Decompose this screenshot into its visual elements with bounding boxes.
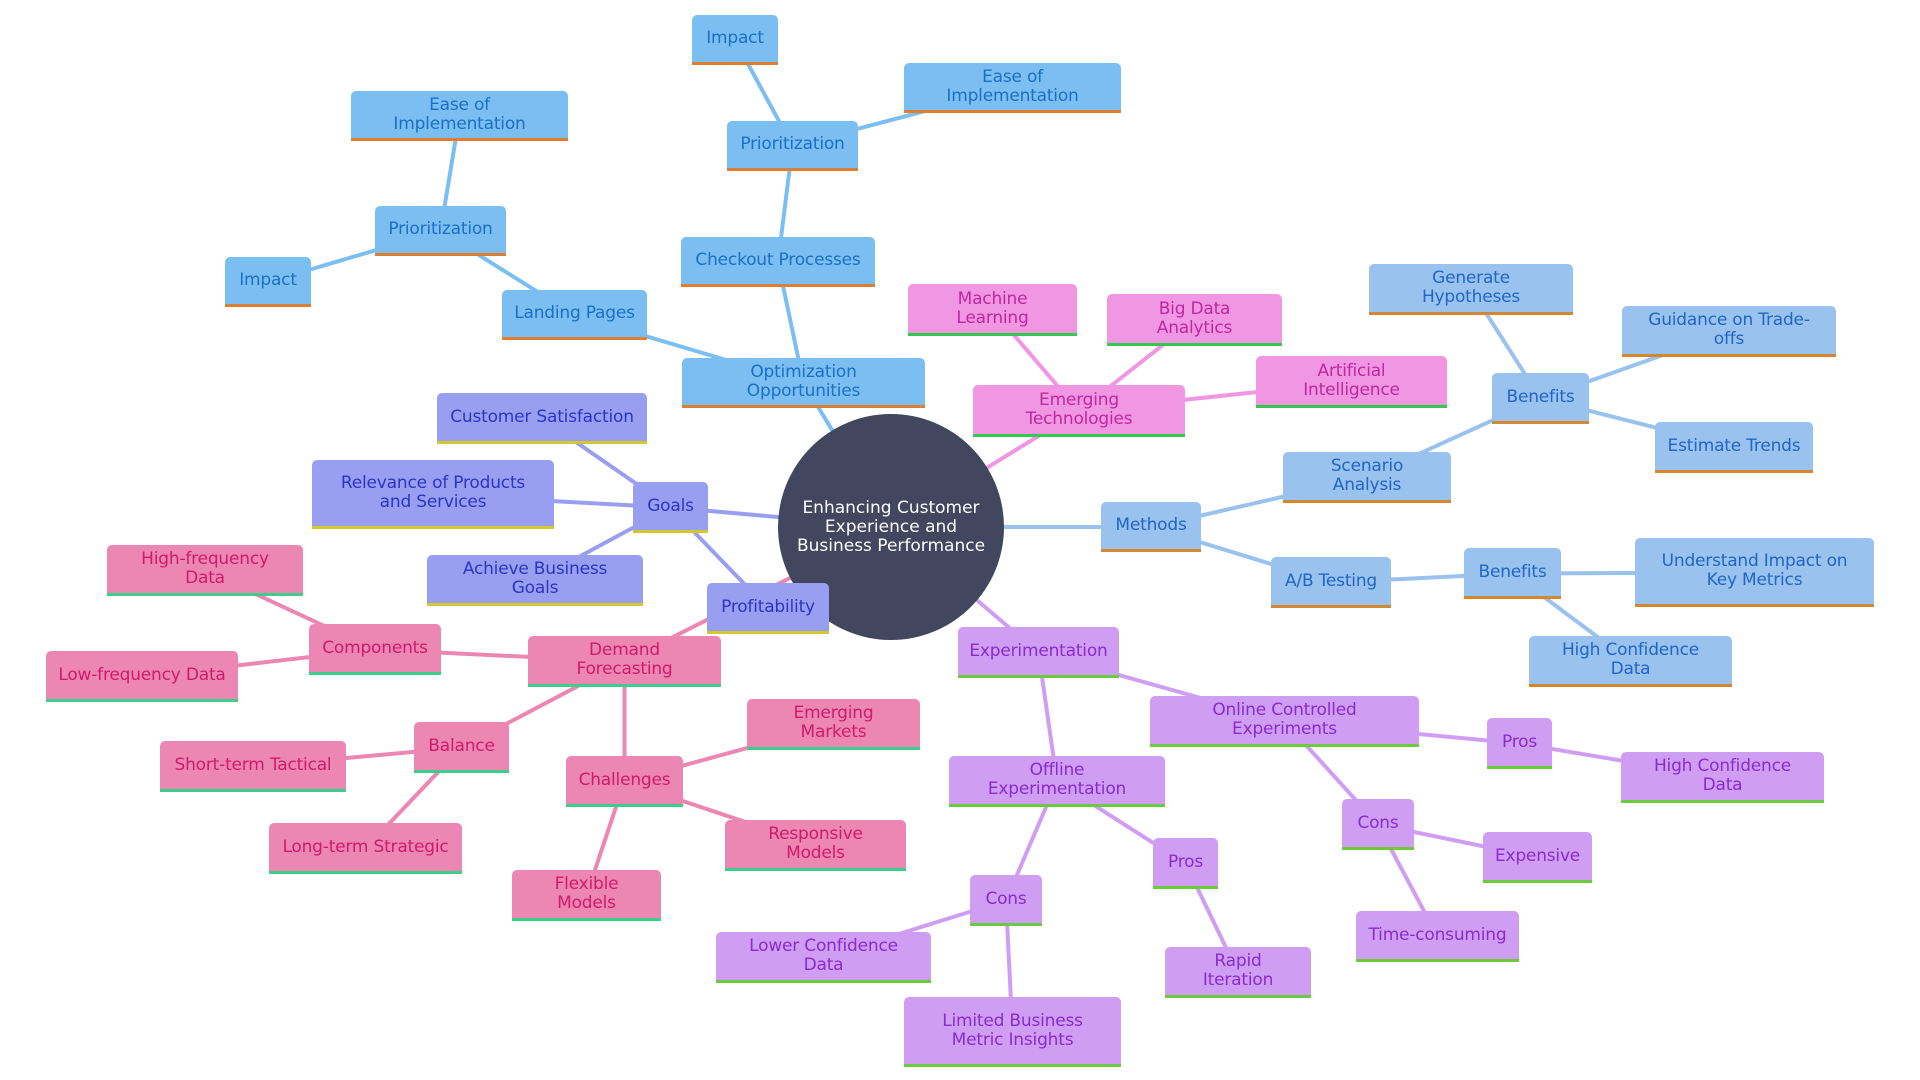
- node-low-frequency-data[interactable]: Low-frequency Data: [46, 651, 238, 702]
- node-cons-online[interactable]: Cons: [1342, 799, 1414, 850]
- node-checkout-processes[interactable]: Checkout Processes: [681, 237, 875, 287]
- node-high-frequency-data[interactable]: High-frequency Data: [107, 545, 303, 596]
- node-experimentation[interactable]: Experimentation: [958, 627, 1119, 678]
- node-achieve-business-goals[interactable]: Achieve Business Goals: [427, 555, 643, 606]
- node-estimate-trends[interactable]: Estimate Trends: [1655, 422, 1813, 473]
- node-pros-offline[interactable]: Pros: [1153, 838, 1218, 889]
- node-components[interactable]: Components: [309, 624, 441, 675]
- node-artificial-intelligence[interactable]: Artificial Intelligence: [1256, 356, 1447, 408]
- node-generate-hypotheses[interactable]: Generate Hypotheses: [1369, 264, 1573, 315]
- node-guidance-on-trade-offs[interactable]: Guidance on Trade-offs: [1622, 306, 1836, 357]
- node-pros-online[interactable]: Pros: [1487, 718, 1552, 769]
- node-high-confidence-data-ab[interactable]: High Confidence Data: [1529, 636, 1732, 687]
- node-optimization-opportunities[interactable]: Optimization Opportunities: [682, 358, 925, 408]
- node-ab-testing[interactable]: A/B Testing: [1271, 557, 1391, 608]
- node-challenges[interactable]: Challenges: [566, 756, 683, 807]
- node-scenario-analysis[interactable]: Scenario Analysis: [1283, 452, 1451, 503]
- node-emerging-technologies[interactable]: Emerging Technologies: [973, 385, 1185, 437]
- node-benefits-scenario[interactable]: Benefits: [1492, 373, 1589, 424]
- node-ease-of-implementation-landing[interactable]: Ease of Implementation: [351, 91, 568, 141]
- node-high-confidence-data-online[interactable]: High Confidence Data: [1621, 752, 1824, 803]
- node-offline-experimentation[interactable]: Offline Experimentation: [949, 756, 1165, 807]
- node-rapid-iteration[interactable]: Rapid Iteration: [1165, 947, 1311, 998]
- node-relevance-of-products-and-services[interactable]: Relevance of Products and Services: [312, 460, 554, 529]
- node-understand-impact-on-key-metrics[interactable]: Understand Impact on Key Metrics: [1635, 538, 1874, 607]
- node-prioritization-landing[interactable]: Prioritization: [375, 206, 506, 256]
- node-landing-pages[interactable]: Landing Pages: [502, 290, 647, 340]
- node-impact-landing[interactable]: Impact: [225, 257, 311, 307]
- node-short-term-tactical[interactable]: Short-term Tactical: [160, 741, 346, 792]
- node-balance[interactable]: Balance: [414, 722, 509, 773]
- node-flexible-models[interactable]: Flexible Models: [512, 870, 661, 921]
- node-profitability[interactable]: Profitability: [707, 583, 829, 634]
- node-ease-of-implementation-checkout[interactable]: Ease of Implementation: [904, 63, 1121, 113]
- node-prioritization-checkout[interactable]: Prioritization: [727, 121, 858, 171]
- node-customer-satisfaction[interactable]: Customer Satisfaction: [437, 393, 647, 444]
- node-big-data-analytics[interactable]: Big Data Analytics: [1107, 294, 1282, 346]
- node-responsive-models[interactable]: Responsive Models: [725, 820, 906, 871]
- node-methods[interactable]: Methods: [1101, 502, 1201, 552]
- node-emerging-markets[interactable]: Emerging Markets: [747, 699, 920, 750]
- mindmap-canvas: Enhancing Customer Experience and Busine…: [0, 0, 1920, 1080]
- node-machine-learning[interactable]: Machine Learning: [908, 284, 1077, 336]
- node-expensive[interactable]: Expensive: [1483, 832, 1592, 883]
- node-impact-checkout[interactable]: Impact: [692, 15, 778, 65]
- node-time-consuming[interactable]: Time-consuming: [1356, 911, 1519, 962]
- node-long-term-strategic[interactable]: Long-term Strategic: [269, 823, 462, 874]
- node-limited-business-metric-insights[interactable]: Limited Business Metric Insights: [904, 997, 1121, 1067]
- node-goals[interactable]: Goals: [633, 482, 708, 533]
- node-demand-forecasting[interactable]: Demand Forecasting: [528, 636, 721, 687]
- node-online-controlled-experiments[interactable]: Online Controlled Experiments: [1150, 696, 1419, 747]
- node-benefits-ab[interactable]: Benefits: [1464, 548, 1561, 599]
- node-lower-confidence-data[interactable]: Lower Confidence Data: [716, 932, 931, 983]
- node-cons-offline[interactable]: Cons: [970, 875, 1042, 926]
